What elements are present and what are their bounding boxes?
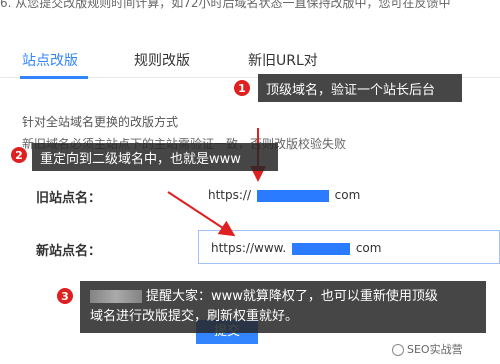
new-site-url: https://www. com [211, 241, 381, 255]
blurred-name [90, 290, 142, 303]
callout-3-line1: 提醒大家：www就算降权了，也可以重新使用顶级 [146, 289, 438, 304]
top-note: 6. 从您提交改版规则时间计算，如72小时后域名状态一直保持改版中，您可在反馈中 [0, 0, 451, 10]
redacted-domain [256, 189, 329, 202]
tab-bar: 站点改版 规则改版 新旧URL对 [0, 44, 500, 79]
wechat-icon [392, 344, 404, 356]
callout-2: 重定向到二级域名中，也就是www [32, 143, 278, 171]
tab-site-revision[interactable]: 站点改版 [22, 50, 78, 70]
watermark: SEO实战营 [392, 341, 463, 357]
watermark-text: SEO实战营 [407, 343, 463, 356]
tab-rule-revision[interactable]: 规则改版 [134, 50, 190, 70]
revision-description: 针对全站域名更换的改版方式 [22, 115, 179, 129]
old-site-label: 旧站点名： [36, 191, 102, 206]
old-site-url: https:// com [208, 188, 360, 202]
tab-url-mapping[interactable]: 新旧URL对 [248, 50, 318, 70]
callout-2-badge: 2 [10, 146, 28, 164]
old-site-url-prefix: https:// [208, 188, 252, 202]
callout-3-line2: 域名进行改版提交，刷新权重就好。 [90, 309, 299, 324]
redacted-domain [292, 242, 350, 255]
new-site-input[interactable]: https://www. com [198, 230, 500, 264]
old-site-url-suffix: com [334, 188, 361, 202]
callout-1: 顶级域名，验证一个站长后台 [258, 74, 462, 102]
callout-1-text: 顶级域名，验证一个站长后台 [266, 83, 436, 98]
callout-3: 提醒大家：www就算降权了，也可以重新使用顶级 域名进行改版提交，刷新权重就好。 [80, 281, 486, 333]
active-tab-indicator [20, 76, 88, 79]
callout-3-badge: 3 [56, 287, 74, 305]
callout-2-text: 重定向到二级域名中，也就是www [40, 152, 241, 167]
new-site-url-prefix: https://www. [211, 241, 287, 255]
callout-1-badge: 1 [233, 79, 251, 97]
new-site-label: 新站点名： [36, 244, 102, 259]
new-site-url-suffix: com [355, 241, 382, 255]
